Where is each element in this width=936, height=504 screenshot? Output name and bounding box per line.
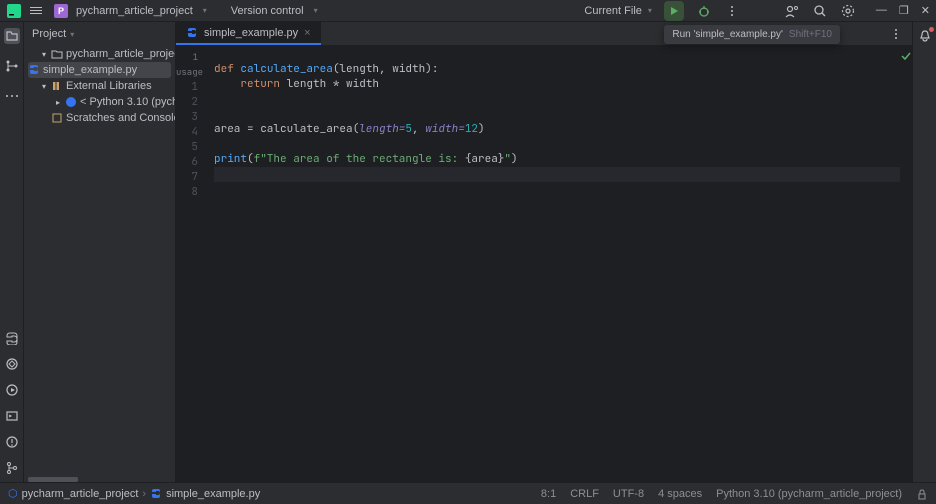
python-file-icon <box>186 27 198 39</box>
status-indent[interactable]: 4 spaces <box>658 488 702 500</box>
line-number: 2 <box>176 95 198 110</box>
line-number: 3 <box>176 110 198 125</box>
run-tooltip: Run 'simple_example.py' Shift+F10 <box>664 25 840 44</box>
titlebar: P pycharm_article_project ▾ Version cont… <box>0 0 936 22</box>
line-number: 1 <box>176 80 198 95</box>
code-body[interactable]: def calculate_area(length, width): retur… <box>206 46 900 482</box>
run-button[interactable] <box>664 1 684 21</box>
line-number: 7 <box>176 170 198 185</box>
more-icon[interactable] <box>724 3 740 19</box>
problems-icon[interactable] <box>4 434 20 450</box>
close-icon[interactable]: × <box>304 27 310 39</box>
project-tree: ▾ pycharm_article_project C:\Users simpl… <box>24 46 175 475</box>
tree-scratches[interactable]: Scratches and Consoles <box>24 110 175 126</box>
chevron-down-icon[interactable]: ▾ <box>314 6 318 15</box>
structure-tool-icon[interactable] <box>4 58 20 74</box>
tree-python-env[interactable]: ▸ < Python 3.10 (pycharm_article_p <box>24 94 175 110</box>
vcs-menu[interactable]: Version control <box>231 5 304 17</box>
run-config-label: Current File <box>584 5 641 17</box>
python-file-icon <box>28 64 40 76</box>
search-icon[interactable] <box>812 3 828 19</box>
tree-file-name: simple_example.py <box>43 64 137 76</box>
tab-more-icon[interactable] <box>888 26 904 42</box>
tree-external-libs[interactable]: ▾ External Libraries <box>24 78 175 94</box>
main-menu-icon[interactable] <box>30 3 46 19</box>
line-number: 5 <box>176 140 198 155</box>
statusbar: ⬡ pycharm_article_project › simple_examp… <box>0 482 936 504</box>
project-badge: P <box>54 4 68 18</box>
pycharm-logo-icon[interactable] <box>6 3 22 19</box>
more-tool-icon[interactable] <box>4 88 20 104</box>
editor-tab-active[interactable]: simple_example.py × <box>176 22 321 45</box>
tree-extlib-label: External Libraries <box>66 80 152 92</box>
left-tool-rail <box>0 22 24 482</box>
project-tool-icon[interactable] <box>4 28 20 44</box>
debug-button[interactable] <box>696 3 712 19</box>
code-with-me-icon[interactable] <box>784 3 800 19</box>
code-editor[interactable]: 1 usage 1 2 3 4 5 6 7 8 def calculate_ar… <box>176 46 912 482</box>
nav-back-icon[interactable]: ⬡ <box>8 487 18 500</box>
chevron-down-icon: ▾ <box>40 82 48 91</box>
tree-root[interactable]: ▾ pycharm_article_project C:\Users <box>24 46 175 62</box>
inspection-ok-icon <box>900 50 912 62</box>
chevron-right-icon: ▸ <box>54 98 62 107</box>
project-name[interactable]: pycharm_article_project <box>76 5 193 17</box>
status-readonly-icon[interactable] <box>916 488 928 500</box>
breadcrumb-root[interactable]: pycharm_article_project <box>22 488 139 500</box>
scratches-icon <box>51 112 63 124</box>
notification-dot <box>929 27 934 32</box>
services-icon[interactable] <box>4 382 20 398</box>
line-number: 4 <box>176 125 198 140</box>
tooltip-shortcut: Shift+F10 <box>789 29 832 40</box>
status-interpreter[interactable]: Python 3.10 (pycharm_article_project) <box>716 488 902 500</box>
vcs-tool-icon[interactable] <box>4 460 20 476</box>
tab-label: simple_example.py <box>204 27 298 39</box>
editor-gutter: 1 usage 1 2 3 4 5 6 7 8 <box>176 46 206 482</box>
line-number: 6 <box>176 155 198 170</box>
window-minimize[interactable]: — <box>876 4 887 17</box>
status-encoding[interactable]: UTF-8 <box>613 488 644 500</box>
python-file-icon <box>150 488 162 500</box>
editor-area: simple_example.py × 1 usage 1 2 3 4 5 6 … <box>176 22 912 482</box>
inspection-marker-strip[interactable] <box>900 46 912 482</box>
project-panel-title: Project <box>32 28 66 40</box>
window-restore[interactable]: ❐ <box>899 4 909 17</box>
window-close[interactable]: ✕ <box>921 4 930 17</box>
python-console-icon[interactable] <box>4 330 20 346</box>
tree-file-selected[interactable]: simple_example.py <box>28 62 171 78</box>
notifications-icon[interactable] <box>917 28 933 44</box>
folder-icon <box>51 48 63 60</box>
project-panel-header[interactable]: Project ▾ <box>24 22 175 46</box>
chevron-down-icon[interactable]: ▾ <box>203 6 207 15</box>
settings-icon[interactable] <box>840 3 856 19</box>
chevron-down-icon: ▾ <box>40 50 48 59</box>
chevron-down-icon: ▾ <box>648 6 652 15</box>
python-packages-icon[interactable] <box>4 356 20 372</box>
usage-hint[interactable]: 1 usage <box>176 50 198 80</box>
tree-python-label: < Python 3.10 (pycharm_article_p <box>80 96 175 108</box>
terminal-icon[interactable] <box>4 408 20 424</box>
run-config-selector[interactable]: Current File ▾ <box>584 5 651 17</box>
library-icon <box>51 80 63 92</box>
breadcrumb-file[interactable]: simple_example.py <box>166 488 260 500</box>
line-number: 8 <box>176 185 198 200</box>
horizontal-scrollbar[interactable] <box>28 477 78 482</box>
breadcrumb[interactable]: ⬡ pycharm_article_project › simple_examp… <box>8 487 260 500</box>
right-tool-rail <box>912 22 936 482</box>
project-panel: Project ▾ ▾ pycharm_article_project C:\U… <box>24 22 176 482</box>
chevron-down-icon: ▾ <box>70 30 74 39</box>
tooltip-text: Run 'simple_example.py' <box>672 29 783 40</box>
tree-scratches-label: Scratches and Consoles <box>66 112 175 124</box>
status-line-sep[interactable]: CRLF <box>570 488 599 500</box>
tree-root-name: pycharm_article_project <box>66 48 175 60</box>
python-icon <box>65 96 77 108</box>
status-caret-pos[interactable]: 8:1 <box>541 488 556 500</box>
